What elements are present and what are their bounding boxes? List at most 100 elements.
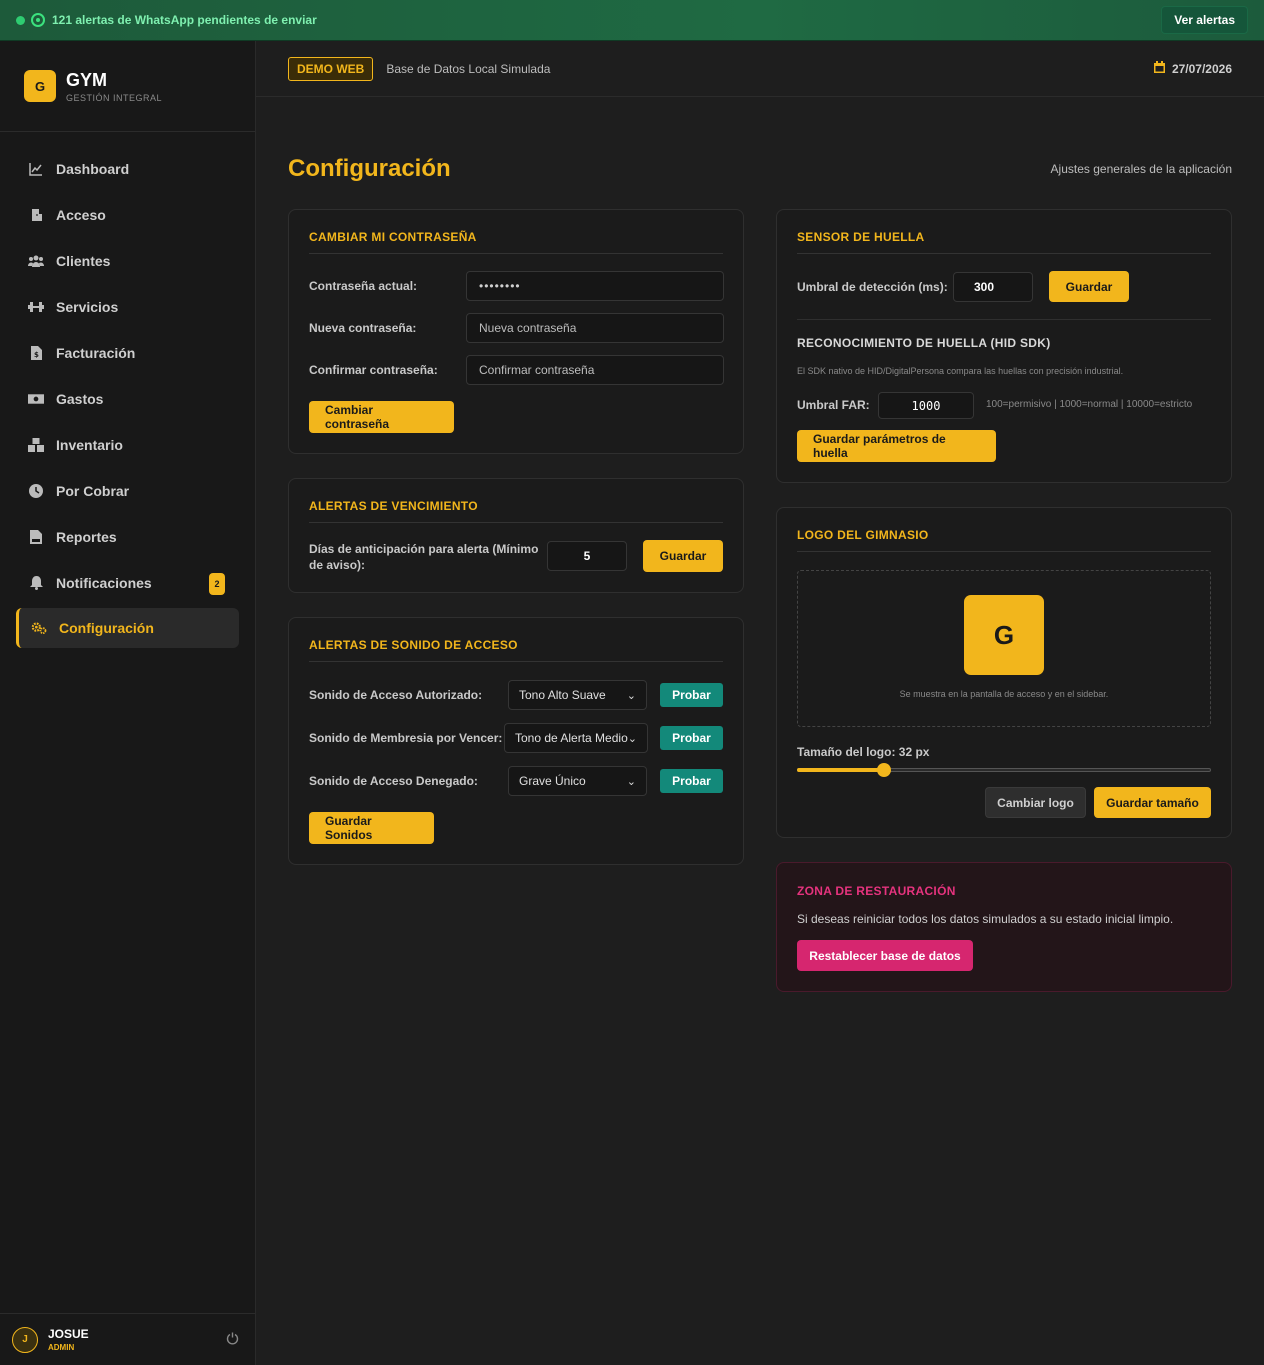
change-password-button[interactable]: Cambiar contraseña bbox=[309, 401, 454, 433]
sidebar: G GYM GESTIÓN INTEGRAL Dashboard Acceso … bbox=[0, 41, 256, 1365]
logo-preview-area[interactable]: G Se muestra en la pantalla de acceso y … bbox=[797, 570, 1211, 727]
brand-tagline: GESTIÓN INTEGRAL bbox=[66, 92, 163, 103]
select-value: Tono de Alerta Medio bbox=[515, 731, 628, 745]
user-name: JOSUE bbox=[48, 1327, 89, 1341]
sidebar-item-gastos[interactable]: Gastos bbox=[0, 376, 255, 422]
fingerprint-sensor-card: SENSOR DE HUELLA Umbral de detección (ms… bbox=[776, 209, 1232, 483]
save-logo-size-button[interactable]: Guardar tamaño bbox=[1094, 787, 1211, 818]
sdk-description: El SDK nativo de HID/DigitalPersona comp… bbox=[797, 366, 1124, 376]
sidebar-item-label: Facturación bbox=[56, 345, 136, 361]
sound-denied-label: Sonido de Acceso Denegado: bbox=[309, 774, 478, 788]
door-icon bbox=[28, 207, 44, 223]
sidebar-item-por-cobrar[interactable]: Por Cobrar bbox=[0, 468, 255, 514]
logo-size-slider[interactable] bbox=[797, 763, 1211, 777]
sidebar-item-clientes[interactable]: Clientes bbox=[0, 238, 255, 284]
gym-logo-card: LOGO DEL GIMNASIO G Se muestra en la pan… bbox=[776, 507, 1232, 838]
sidebar-item-servicios[interactable]: Servicios bbox=[0, 284, 255, 330]
change-password-card: CAMBIAR MI CONTRASEÑA Contraseña actual:… bbox=[288, 209, 744, 454]
restore-description: Si deseas reiniciar todos los datos simu… bbox=[797, 912, 1174, 926]
sound-authorized-label: Sonido de Acceso Autorizado: bbox=[309, 688, 483, 702]
chevron-down-icon: ⌄ bbox=[626, 775, 636, 788]
sound-denied-select[interactable]: Grave Único ⌄ bbox=[508, 766, 647, 796]
user-profile: J JOSUE ADMIN bbox=[0, 1313, 255, 1365]
sidebar-item-label: Clientes bbox=[56, 253, 111, 269]
card-title: LOGO DEL GIMNASIO bbox=[797, 508, 1211, 552]
restore-title: ZONA DE RESTAURACIÓN bbox=[797, 884, 956, 898]
card-title: SENSOR DE HUELLA bbox=[797, 210, 1211, 254]
sound-expiring-label: Sonido de Membresia por Vencer: bbox=[309, 731, 503, 745]
save-expiry-button[interactable]: Guardar bbox=[643, 540, 723, 572]
calendar-icon bbox=[1153, 61, 1165, 76]
section-divider bbox=[797, 319, 1211, 320]
reset-database-button[interactable]: Restablecer base de datos bbox=[797, 940, 973, 971]
gym-logo-preview: G bbox=[964, 595, 1044, 675]
sound-alerts-card: ALERTAS DE SONIDO DE ACCESO Sonido de Ac… bbox=[288, 617, 744, 865]
header: DEMO WEB Base de Datos Local Simulada 27… bbox=[256, 41, 1264, 97]
dumbbell-icon bbox=[28, 299, 44, 315]
avatar: J bbox=[12, 1326, 38, 1353]
save-threshold-button[interactable]: Guardar bbox=[1049, 271, 1129, 302]
new-password-label: Nueva contraseña: bbox=[309, 321, 417, 335]
card-title: CAMBIAR MI CONTRASEÑA bbox=[309, 210, 723, 254]
whatsapp-alert-bar: 121 alertas de WhatsApp pendientes de en… bbox=[0, 0, 1264, 41]
power-icon[interactable] bbox=[226, 1332, 239, 1348]
logo-size-label: Tamaño del logo: 32 px bbox=[797, 745, 930, 759]
view-alerts-button[interactable]: Ver alertas bbox=[1161, 6, 1248, 34]
invoice-icon: $ bbox=[28, 345, 44, 361]
test-expiring-sound-button[interactable]: Probar bbox=[660, 726, 723, 750]
header-subtitle: Base de Datos Local Simulada bbox=[386, 61, 551, 76]
status-dot-icon bbox=[16, 15, 25, 25]
sidebar-item-configuracion[interactable]: Configuración bbox=[16, 608, 239, 648]
detection-threshold-input[interactable]: 300 bbox=[953, 272, 1033, 302]
slider-fill bbox=[797, 768, 884, 772]
expiry-days-label: Días de anticipación para alerta (Mínimo… bbox=[309, 542, 539, 572]
sidebar-item-label: Acceso bbox=[56, 207, 106, 223]
date-text: 27/07/2026 bbox=[1171, 61, 1232, 76]
restore-zone-card: ZONA DE RESTAURACIÓN Si deseas reiniciar… bbox=[776, 862, 1232, 992]
page-subtitle: Ajustes generales de la aplicación bbox=[1050, 162, 1232, 176]
expiry-days-input[interactable]: 5 bbox=[547, 541, 627, 571]
sidebar-item-notificaciones[interactable]: Notificaciones 2 bbox=[0, 560, 255, 606]
pdf-file-icon bbox=[28, 529, 44, 545]
sidebar-item-dashboard[interactable]: Dashboard bbox=[0, 146, 255, 192]
expiry-alerts-card: ALERTAS DE VENCIMIENTO Días de anticipac… bbox=[288, 478, 744, 593]
far-threshold-hint: 100=permisivo | 1000=normal | 10000=estr… bbox=[986, 399, 1193, 410]
header-date: 27/07/2026 bbox=[1153, 61, 1232, 76]
chevron-down-icon: ⌄ bbox=[626, 689, 636, 702]
sidebar-item-label: Inventario bbox=[56, 437, 123, 453]
card-title: ALERTAS DE VENCIMIENTO bbox=[309, 479, 723, 523]
money-icon bbox=[28, 391, 44, 407]
slider-thumb[interactable] bbox=[876, 763, 891, 777]
sidebar-item-label: Configuración bbox=[59, 620, 154, 636]
far-threshold-input[interactable]: 1000 bbox=[878, 392, 974, 419]
test-authorized-sound-button[interactable]: Probar bbox=[660, 683, 723, 707]
gears-icon bbox=[31, 620, 47, 636]
far-threshold-label: Umbral FAR: bbox=[797, 398, 870, 412]
sidebar-item-reportes[interactable]: Reportes bbox=[0, 514, 255, 560]
whatsapp-icon bbox=[31, 13, 45, 27]
confirm-password-field[interactable]: Confirmar contraseña bbox=[466, 355, 724, 385]
users-icon bbox=[28, 253, 44, 269]
save-fingerprint-params-button[interactable]: Guardar parámetros de huella bbox=[797, 430, 996, 462]
test-denied-sound-button[interactable]: Probar bbox=[660, 769, 723, 793]
clock-icon bbox=[28, 483, 44, 499]
select-value: Tono Alto Suave bbox=[519, 688, 606, 702]
new-password-field[interactable]: Nueva contraseña bbox=[466, 313, 724, 343]
sidebar-item-facturacion[interactable]: $ Facturación bbox=[0, 330, 255, 376]
card-title: ALERTAS DE SONIDO DE ACCESO bbox=[309, 618, 723, 662]
brand: G GYM GESTIÓN INTEGRAL bbox=[0, 41, 255, 132]
sidebar-item-inventario[interactable]: Inventario bbox=[0, 422, 255, 468]
change-logo-button[interactable]: Cambiar logo bbox=[985, 787, 1086, 818]
bell-icon bbox=[28, 575, 44, 591]
sidebar-item-acceso[interactable]: Acceso bbox=[0, 192, 255, 238]
sidebar-nav: Dashboard Acceso Clientes Servicios $ Fa… bbox=[0, 132, 255, 648]
chart-line-icon bbox=[28, 161, 44, 177]
save-sounds-button[interactable]: Guardar Sonidos bbox=[309, 812, 434, 844]
detection-threshold-label: Umbral de detección (ms): bbox=[797, 280, 948, 294]
current-password-field[interactable]: •••••••• bbox=[466, 271, 724, 301]
sound-expiring-select[interactable]: Tono de Alerta Medio ⌄ bbox=[504, 723, 648, 753]
sound-authorized-select[interactable]: Tono Alto Suave ⌄ bbox=[508, 680, 647, 710]
logo-caption: Se muestra en la pantalla de acceso y en… bbox=[899, 689, 1109, 699]
brand-logo: G bbox=[24, 70, 56, 102]
chevron-down-icon: ⌄ bbox=[627, 732, 637, 745]
